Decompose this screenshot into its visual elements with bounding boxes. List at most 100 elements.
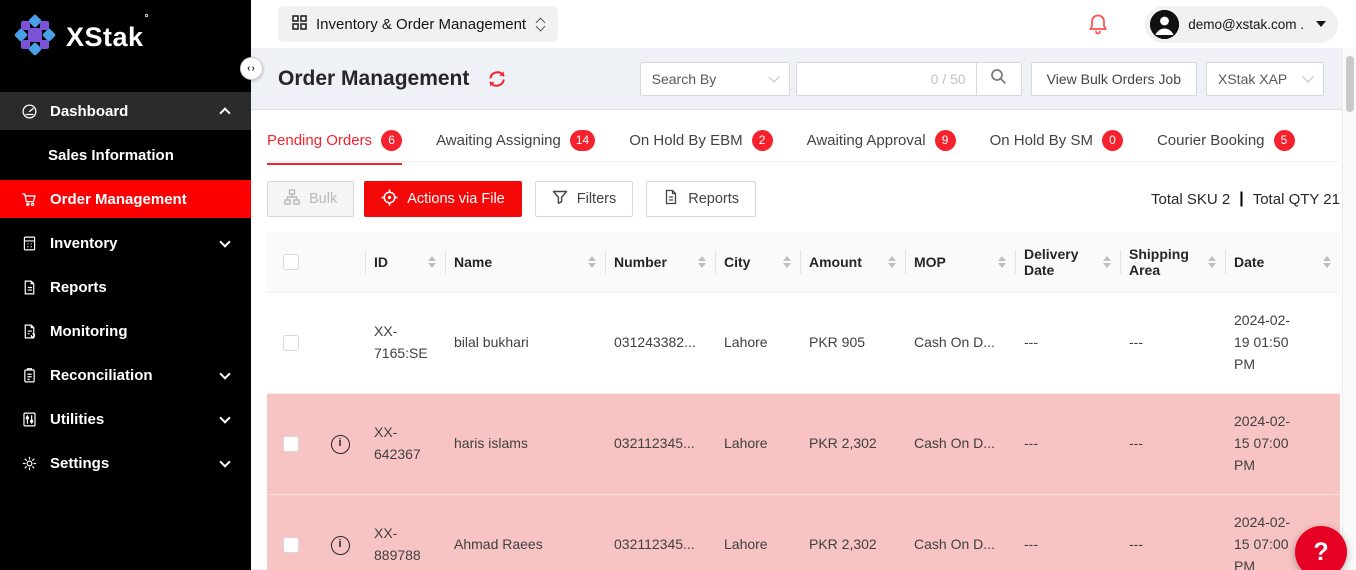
sidebar-item-sales-information[interactable]: Sales Information (0, 140, 251, 170)
sidebar-item-label: Inventory (50, 235, 118, 252)
column-header-amount[interactable]: Amount (800, 232, 905, 292)
sort-icon[interactable] (582, 256, 596, 268)
sort-icon[interactable] (992, 256, 1006, 268)
column-label: Delivery Date (1024, 246, 1097, 278)
cell-name: Ahmad Raees (445, 495, 605, 570)
notification-bell-icon[interactable] (1087, 12, 1109, 36)
orders-table: ID Name Number City Amount MOP Delivery Date Sh… (267, 232, 1340, 570)
vertical-scrollbar[interactable] (1342, 48, 1356, 570)
cell-delivery-date: --- (1015, 495, 1120, 570)
tab-label: Awaiting Assigning (436, 132, 561, 149)
sort-icon[interactable] (1097, 256, 1111, 268)
column-header-number[interactable]: Number (605, 232, 715, 292)
tab-count-badge: 2 (752, 130, 773, 151)
search-input-wrap: 0 / 50 (796, 62, 976, 96)
select-all-checkbox[interactable] (283, 254, 299, 270)
info-header-cell (315, 232, 365, 292)
column-label: Amount (809, 254, 862, 270)
xap-select[interactable]: XStak XAP (1206, 62, 1324, 96)
inventory-icon (20, 234, 38, 252)
help-button[interactable]: ? (1295, 526, 1347, 570)
scrollbar-thumb[interactable] (1346, 56, 1354, 112)
sidebar-item-label: Dashboard (50, 103, 128, 120)
column-header-date[interactable]: Date (1225, 232, 1340, 292)
sidebar-item-monitoring[interactable]: Monitoring (0, 312, 251, 350)
filters-button[interactable]: Filters (535, 181, 633, 217)
sidebar-item-label: Monitoring (50, 323, 127, 340)
sidebar-item-reconciliation[interactable]: Reconciliation (0, 356, 251, 394)
sort-icon[interactable] (692, 256, 706, 268)
totals: Total SKU 2 | Total QTY 21 (1151, 190, 1340, 208)
chevron-down-icon (219, 456, 230, 467)
up-down-chevron-icon (537, 19, 544, 30)
view-bulk-orders-job-button[interactable]: View Bulk Orders Job (1031, 62, 1197, 96)
tab-courier-booking[interactable]: Courier Booking5 (1157, 130, 1295, 165)
utilities-icon (20, 410, 38, 428)
column-header-shipping-area[interactable]: Shipping Area (1120, 232, 1225, 292)
tab-on-hold-by-sm[interactable]: On Hold By SM0 (990, 130, 1123, 165)
sidebar-item-order-management[interactable]: Order Management (0, 180, 251, 218)
row-checkbox[interactable] (283, 537, 299, 553)
tab-label: On Hold By EBM (629, 132, 742, 149)
tab-awaiting-assigning[interactable]: Awaiting Assigning 14 (436, 130, 595, 165)
sidebar: XStak° DashboardSales InformationOrder M… (0, 0, 251, 570)
search-button[interactable] (976, 62, 1022, 96)
column-header-name[interactable]: Name (445, 232, 605, 292)
column-label: ID (374, 254, 388, 270)
sidebar-item-label: Order Management (50, 191, 187, 208)
search-input[interactable] (851, 71, 931, 87)
cell-id: XX-889788 (365, 495, 445, 570)
refresh-icon[interactable] (487, 69, 507, 89)
select-all-checkbox-cell (267, 232, 315, 292)
sidebar-item-reports[interactable]: Reports (0, 268, 251, 306)
tab-pending-orders[interactable]: Pending Orders6 (267, 130, 402, 165)
filter-funnel-icon (552, 189, 568, 209)
total-sku: Total SKU 2 (1151, 191, 1230, 208)
row-checkbox[interactable] (283, 436, 299, 452)
table-row: iXX-642367haris islams032112345...Lahore… (267, 394, 1340, 495)
sidebar-item-dashboard[interactable]: Dashboard (0, 92, 251, 130)
sidebar-item-label: Settings (50, 455, 109, 472)
dashboard-icon (20, 102, 38, 120)
avatar (1150, 10, 1179, 39)
sort-icon[interactable] (882, 256, 896, 268)
tab-count-badge: 14 (570, 130, 595, 151)
user-menu[interactable]: demo@xstak.com . (1145, 6, 1338, 43)
cell-city: Lahore (715, 394, 800, 494)
search-by-select[interactable]: Search By (640, 62, 790, 96)
tab-count-badge: 5 (1274, 130, 1295, 151)
cell-shipping-area: --- (1120, 293, 1225, 393)
sidebar-item-utilities[interactable]: Utilities (0, 400, 251, 438)
tab-awaiting-approval[interactable]: Awaiting Approval9 (807, 130, 956, 165)
info-icon[interactable]: i (331, 536, 350, 555)
bulk-button[interactable]: Bulk (267, 181, 354, 217)
column-label: Number (614, 254, 667, 270)
tab-count-badge: 9 (935, 130, 956, 151)
reports-button[interactable]: Reports (646, 181, 756, 217)
chevron-down-icon (219, 236, 230, 247)
sort-icon[interactable] (1202, 256, 1216, 268)
sidebar-item-settings[interactable]: Settings (0, 444, 251, 482)
chevron-up-icon (219, 107, 230, 118)
row-checkbox[interactable] (283, 335, 299, 351)
sort-icon[interactable] (1317, 256, 1331, 268)
page-title: Order Management (278, 67, 469, 91)
sidebar-item-inventory[interactable]: Inventory (0, 224, 251, 262)
sidebar-item-label: Sales Information (48, 147, 174, 164)
sort-icon[interactable] (777, 256, 791, 268)
cell-number: 032112345... (605, 394, 715, 494)
table-row: iXX-889788Ahmad Raees032112345...LahoreP… (267, 495, 1340, 570)
column-label: Name (454, 254, 492, 270)
app-switcher[interactable]: Inventory & Order Management (278, 6, 558, 42)
sidebar-item-label: Reconciliation (50, 367, 153, 384)
column-header-id[interactable]: ID (365, 232, 445, 292)
column-header-mop[interactable]: MOP (905, 232, 1015, 292)
sort-icon[interactable] (422, 256, 436, 268)
actions-via-file-button[interactable]: Actions via File (364, 181, 522, 217)
sidebar-collapse-toggle-icon[interactable]: ‹› (240, 57, 263, 80)
tab-on-hold-by-ebm[interactable]: On Hold By EBM 2 (629, 130, 772, 165)
info-icon[interactable]: i (331, 435, 350, 454)
column-header-delivery-date[interactable]: Delivery Date (1015, 232, 1120, 292)
column-header-city[interactable]: City (715, 232, 800, 292)
tab-label: On Hold By SM (990, 132, 1093, 149)
